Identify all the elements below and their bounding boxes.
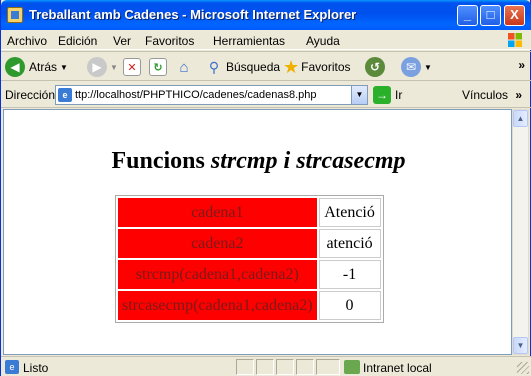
favorites-star-icon: ★ bbox=[283, 56, 300, 77]
mail-button[interactable]: ✉ ▼ bbox=[401, 56, 432, 78]
results-table: cadena1 Atenció cadena2 atenció strcmp(c… bbox=[115, 195, 384, 323]
table-row: strcasecmp(cadena1,cadena2) 0 bbox=[118, 291, 381, 320]
toolbar-overflow-icon[interactable]: » bbox=[518, 58, 525, 72]
windows-logo-icon bbox=[508, 33, 522, 47]
forward-arrow-icon: ▶ bbox=[87, 57, 107, 77]
table-row: cadena1 Atenció bbox=[118, 198, 381, 227]
search-label: Búsqueda bbox=[226, 60, 281, 74]
home-icon: ⌂ bbox=[179, 58, 189, 76]
row-value: 0 bbox=[318, 291, 381, 320]
menu-ver[interactable]: Ver bbox=[113, 34, 131, 48]
row-label: cadena1 bbox=[118, 198, 317, 227]
status-pane bbox=[296, 359, 314, 375]
favorites-button[interactable]: ★ Favoritos bbox=[283, 56, 351, 78]
stop-icon: ✕ bbox=[123, 58, 141, 76]
stop-button[interactable]: ✕ bbox=[123, 56, 141, 78]
toolbar: ◀ Atrás ▼ ▶ ▼ ✕ ↻ ⌂ ⚲ Búsqueda ★ Favorit… bbox=[1, 51, 531, 81]
go-button[interactable]: → Ir bbox=[373, 86, 402, 104]
status-pane bbox=[256, 359, 274, 375]
scroll-up-icon[interactable]: ▲ bbox=[513, 110, 528, 127]
address-label: Dirección bbox=[5, 88, 56, 102]
row-value: -1 bbox=[318, 260, 381, 289]
address-bar: Dirección e ttp://localhost/PHPTHICO/cad… bbox=[1, 82, 531, 108]
row-value: atenció bbox=[318, 229, 381, 258]
browser-window: Treballant amb Cadenes - Microsoft Inter… bbox=[0, 0, 531, 376]
mail-dropdown-icon[interactable]: ▼ bbox=[424, 63, 432, 72]
table-row: strcmp(cadena1,cadena2) -1 bbox=[118, 260, 381, 289]
page-title: Funcions strcmp i strcasecmp bbox=[4, 148, 511, 175]
menu-bar: Archivo Edición Ver Favoritos Herramient… bbox=[1, 30, 531, 50]
close-button[interactable]: X bbox=[504, 5, 525, 26]
history-button[interactable]: ↺ bbox=[365, 56, 385, 78]
links-button[interactable]: Vínculos » bbox=[462, 88, 522, 102]
search-icon: ⚲ bbox=[208, 58, 220, 75]
maximize-button[interactable]: □ bbox=[480, 5, 501, 26]
home-button[interactable]: ⌂ bbox=[175, 56, 193, 78]
back-button[interactable]: ◀ Atrás ▼ bbox=[5, 56, 68, 78]
menu-favoritos[interactable]: Favoritos bbox=[145, 34, 194, 48]
page-content: Funcions strcmp i strcasecmp cadena1 Ate… bbox=[3, 109, 512, 355]
favorites-label: Favoritos bbox=[301, 60, 351, 74]
status-pane bbox=[316, 359, 340, 375]
menu-edicion[interactable]: Edición bbox=[58, 34, 97, 48]
status-pane bbox=[276, 359, 294, 375]
security-zone: Intranet local bbox=[363, 361, 432, 375]
vertical-scrollbar[interactable]: ▲ ▼ bbox=[512, 109, 529, 355]
page-title-plain: Funcions bbox=[111, 148, 211, 174]
links-overflow-icon: » bbox=[515, 88, 523, 102]
window-title: Treballant amb Cadenes - Microsoft Inter… bbox=[29, 7, 357, 22]
status-pane bbox=[236, 359, 254, 375]
table-row: cadena2 atenció bbox=[118, 229, 381, 258]
forward-button[interactable]: ▶ ▼ bbox=[87, 56, 118, 78]
row-label: strcmp(cadena1,cadena2) bbox=[118, 260, 317, 289]
forward-dropdown-icon[interactable]: ▼ bbox=[110, 63, 118, 72]
refresh-icon: ↻ bbox=[149, 58, 167, 76]
menu-ayuda[interactable]: Ayuda bbox=[306, 34, 340, 48]
page-icon: e bbox=[58, 88, 72, 102]
mail-icon: ✉ bbox=[401, 57, 421, 77]
address-dropdown-icon[interactable]: ▼ bbox=[351, 86, 367, 104]
row-value: Atenció bbox=[318, 198, 381, 227]
history-icon: ↺ bbox=[365, 57, 385, 77]
scroll-down-icon[interactable]: ▼ bbox=[513, 337, 528, 354]
title-bar[interactable]: Treballant amb Cadenes - Microsoft Inter… bbox=[1, 0, 531, 30]
go-arrow-icon: → bbox=[373, 86, 391, 104]
page-title-italic: strcmp i strcasecmp bbox=[210, 148, 406, 174]
intranet-zone-icon bbox=[344, 360, 360, 374]
refresh-button[interactable]: ↻ bbox=[149, 56, 167, 78]
address-url[interactable]: ttp://localhost/PHPTHICO/cadenes/cadenas… bbox=[75, 89, 317, 101]
back-dropdown-icon[interactable]: ▼ bbox=[60, 63, 68, 72]
status-text: Listo bbox=[23, 361, 49, 375]
minimize-button[interactable]: _ bbox=[457, 5, 478, 26]
back-label: Atrás bbox=[29, 60, 58, 74]
resize-grip-icon[interactable] bbox=[517, 362, 529, 374]
search-button[interactable]: ⚲ Búsqueda bbox=[205, 56, 280, 78]
links-label: Vínculos bbox=[462, 88, 509, 102]
row-label: strcasecmp(cadena1,cadena2) bbox=[118, 291, 317, 320]
address-input[interactable]: e ttp://localhost/PHPTHICO/cadenes/caden… bbox=[55, 85, 368, 105]
ie-page-icon bbox=[7, 7, 23, 23]
menu-archivo[interactable]: Archivo bbox=[7, 34, 47, 48]
status-bar: e Listo Intranet local bbox=[1, 356, 531, 376]
status-page-icon: e bbox=[5, 360, 19, 374]
back-arrow-icon: ◀ bbox=[5, 57, 25, 77]
menu-herramientas[interactable]: Herramientas bbox=[213, 34, 285, 48]
row-label: cadena2 bbox=[118, 229, 317, 258]
go-label: Ir bbox=[395, 88, 403, 102]
